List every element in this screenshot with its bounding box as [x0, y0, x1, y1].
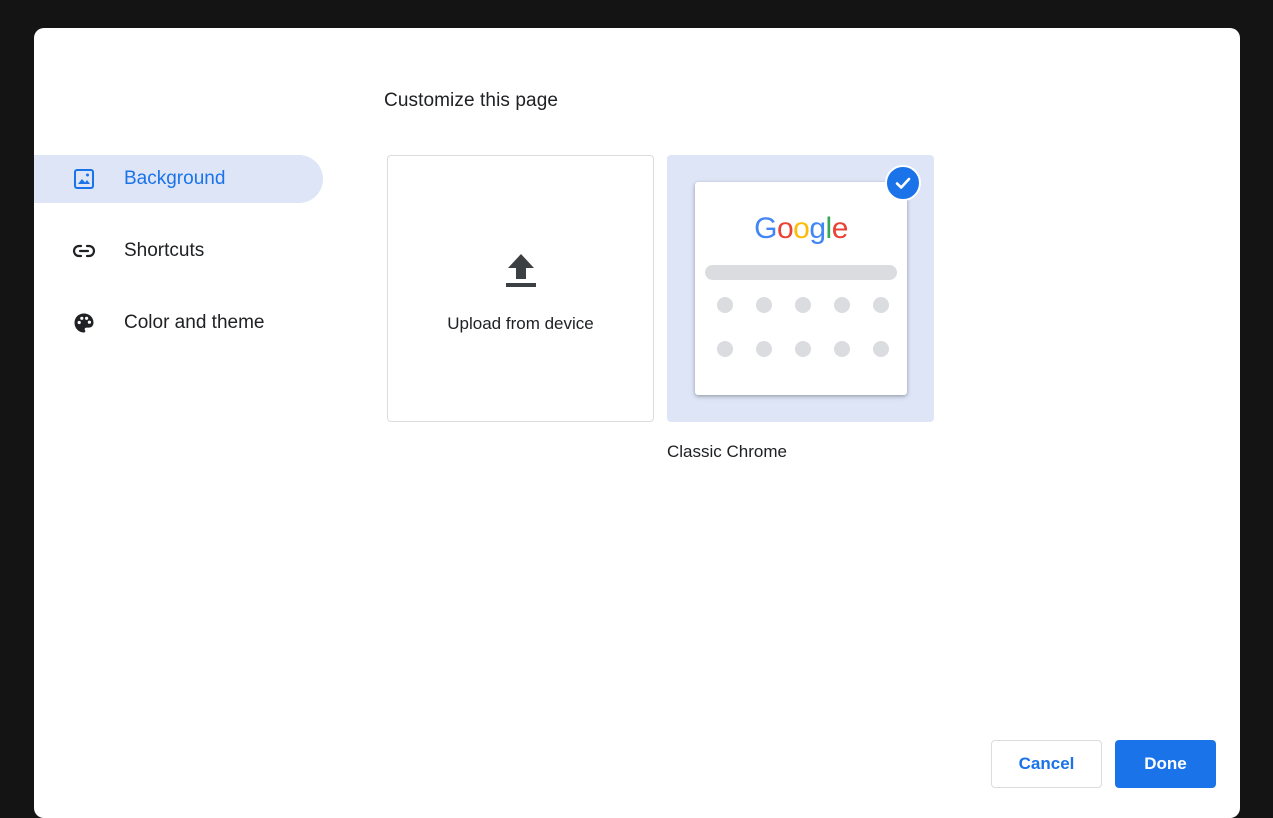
sidebar-item-label: Color and theme: [124, 312, 265, 333]
preview-shortcut-dot: [756, 341, 772, 357]
palette-icon: [72, 311, 96, 335]
preview-shortcut-dot: [834, 341, 850, 357]
logo-letter: G: [754, 212, 777, 245]
preview-shortcut-dot: [756, 297, 772, 313]
dialog-title: Customize this page: [384, 90, 559, 111]
google-logo: Google: [695, 212, 907, 246]
link-icon: [72, 239, 96, 263]
sidebar-item-color-and-theme[interactable]: Color and theme: [34, 299, 323, 347]
upload-label: Upload from device: [447, 314, 594, 333]
preview-shortcut-row: [717, 341, 889, 357]
preview-shortcut-dot: [717, 341, 733, 357]
image-icon: [72, 167, 96, 191]
upload-icon: [504, 252, 538, 297]
sidebar-item-background[interactable]: Background: [34, 155, 323, 203]
customize-dialog: Customize this page Background Shortcuts: [34, 28, 1240, 818]
logo-letter: o: [793, 212, 810, 245]
sidebar-item-label: Background: [124, 168, 226, 189]
preview-shortcut-dot: [795, 297, 811, 313]
preview-shortcut-dot: [717, 297, 733, 313]
classic-chrome-caption: Classic Chrome: [667, 442, 787, 461]
selected-check-icon: [885, 165, 921, 201]
classic-chrome-tile[interactable]: Google: [667, 155, 934, 422]
sidebar-item-label: Shortcuts: [124, 240, 205, 261]
cancel-button[interactable]: Cancel: [991, 740, 1102, 788]
sidebar-item-shortcuts[interactable]: Shortcuts: [34, 227, 323, 275]
preview-shortcut-row: [717, 297, 889, 313]
logo-letter: o: [776, 212, 794, 245]
preview-search-bar: [705, 265, 897, 280]
preview-shortcut-dot: [795, 341, 811, 357]
done-button[interactable]: Done: [1115, 740, 1216, 788]
logo-letter: e: [831, 212, 849, 245]
preview-shortcut-dot: [834, 297, 850, 313]
preview-shortcut-dot: [873, 297, 889, 313]
classic-chrome-preview: Google: [695, 182, 907, 395]
upload-from-device-tile[interactable]: Upload from device: [387, 155, 654, 422]
logo-letter: g: [809, 212, 826, 245]
preview-shortcut-dot: [873, 341, 889, 357]
